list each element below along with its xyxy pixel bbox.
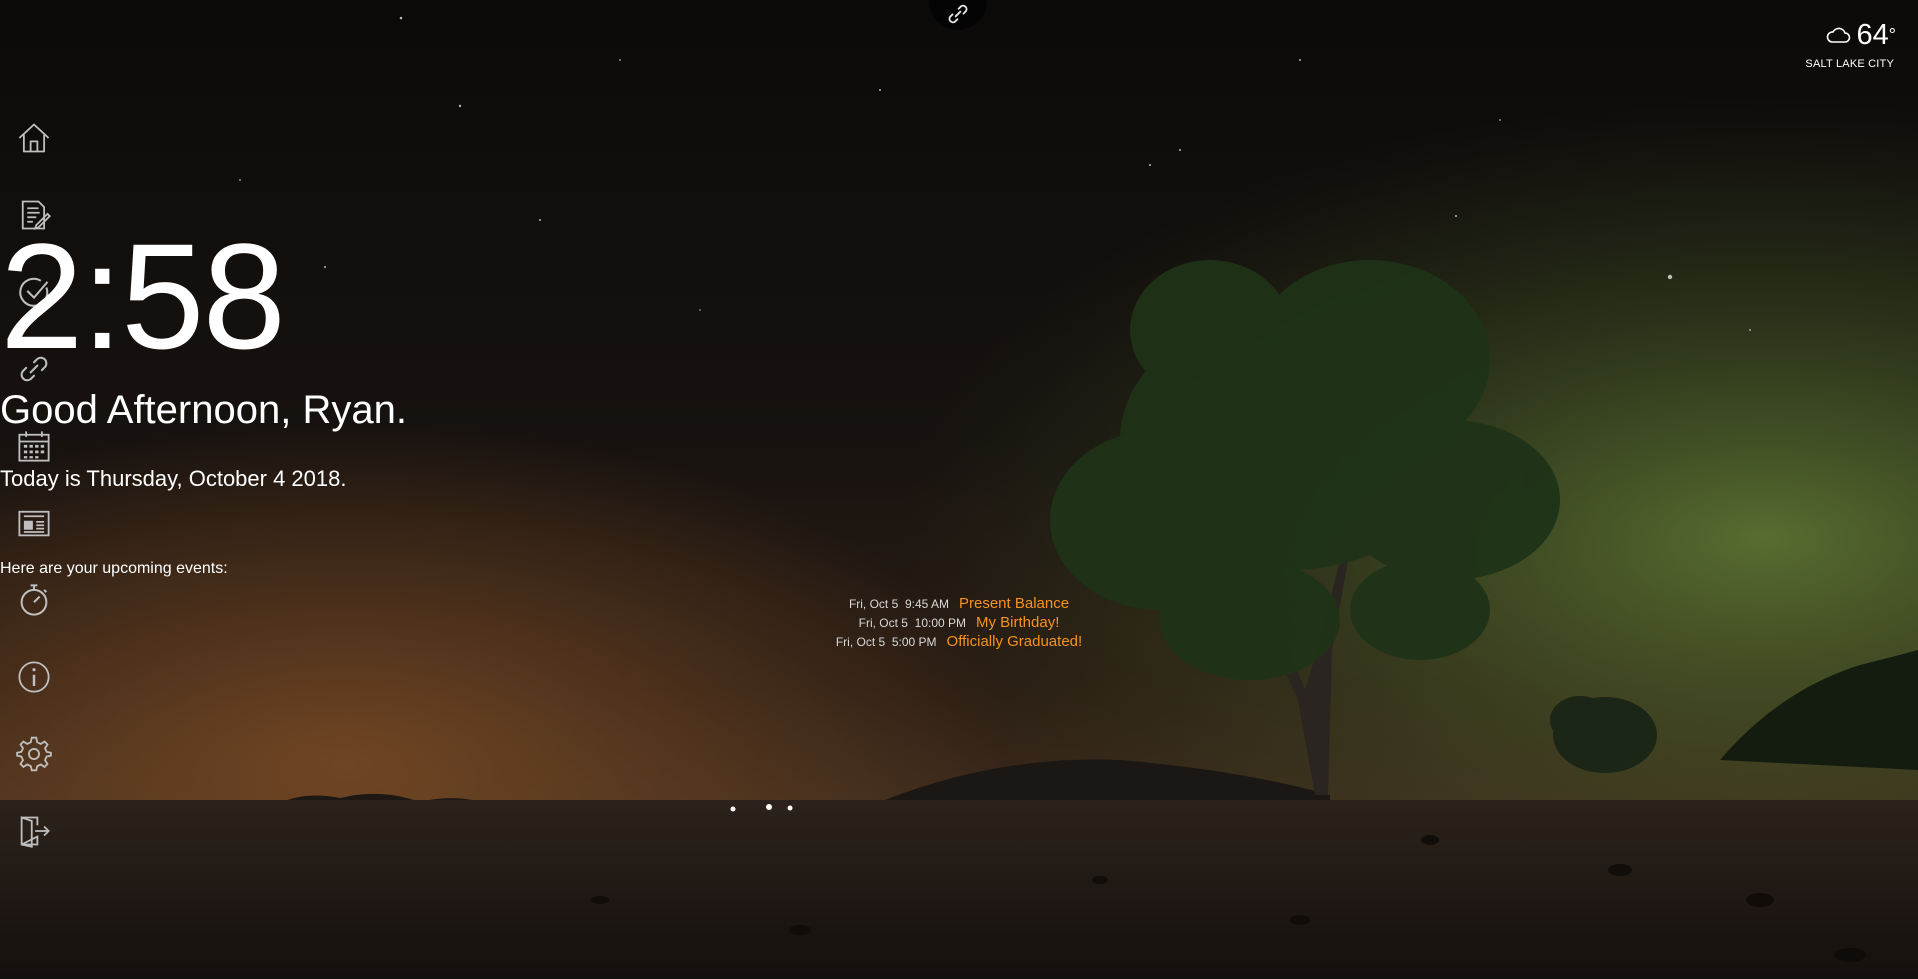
event-item: Fri, Oct 5 5:00 PM Officially Graduated! xyxy=(0,633,1918,652)
sidebar-item-info[interactable] xyxy=(14,657,54,697)
info-icon xyxy=(18,661,50,693)
event-title[interactable]: Present Balance xyxy=(959,595,1069,612)
cloud-icon xyxy=(1826,27,1850,43)
gear-icon xyxy=(16,736,52,772)
newspaper-icon xyxy=(18,510,50,537)
weather-city: SALT LAKE CITY xyxy=(1805,58,1894,70)
greeting: Good Afternoon, Ryan. xyxy=(0,388,407,432)
calendar-icon xyxy=(18,431,50,462)
sidebar-item-home[interactable] xyxy=(14,118,54,158)
events-list: Fri, Oct 5 9:45 AM Present Balance Fri, … xyxy=(0,595,1918,652)
event-datetime: Fri, Oct 5 9:45 AM xyxy=(848,597,949,611)
event-datetime: Fri, Oct 5 10:00 PM xyxy=(858,616,967,630)
today-date: Today is Thursday, October 4 2018. xyxy=(0,466,347,491)
event-datetime: Fri, Oct 5 5:00 PM xyxy=(835,635,937,649)
exit-door-icon xyxy=(20,816,50,848)
sidebar-item-logout[interactable] xyxy=(14,811,54,851)
events-heading: Here are your upcoming events: xyxy=(0,560,228,577)
event-item: Fri, Oct 5 9:45 AM Present Balance xyxy=(0,595,1918,614)
sidebar-item-settings[interactable] xyxy=(14,734,54,774)
weather-widget[interactable]: 64° SALT LAKE CITY xyxy=(1756,18,1896,70)
home-icon xyxy=(18,123,50,153)
event-title[interactable]: Officially Graduated! xyxy=(947,633,1083,650)
clock-time: 2:58 xyxy=(0,212,286,380)
link-icon xyxy=(948,4,968,24)
event-title[interactable]: My Birthday! xyxy=(976,614,1059,631)
temperature: 64° xyxy=(1856,19,1896,51)
event-item: Fri, Oct 5 10:00 PM My Birthday! xyxy=(0,614,1918,633)
sidebar-item-news[interactable] xyxy=(14,503,54,543)
